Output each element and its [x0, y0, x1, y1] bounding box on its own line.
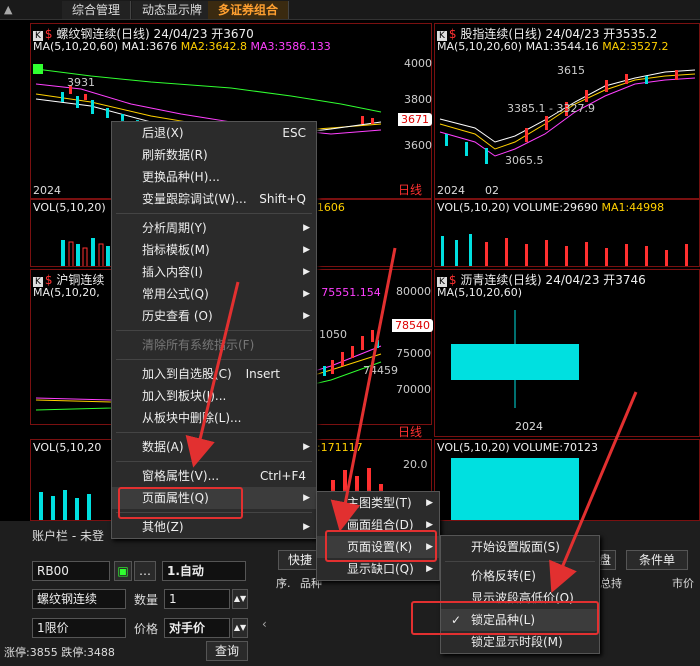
lock-icon[interactable]: ▣	[114, 561, 132, 581]
conditional-order-tab[interactable]: 条件单	[626, 550, 688, 570]
col-hold: 总持	[600, 577, 622, 590]
menu-item-period[interactable]: 分析周期(Y) ▶	[112, 217, 316, 239]
query-button[interactable]: 查询	[206, 641, 248, 661]
menu-item-add-watchlist[interactable]: 加入到自选股(C) Insert	[112, 363, 316, 385]
menu-item-refresh[interactable]: 刷新数据(R)	[112, 144, 316, 166]
submenu-arrow-icon: ▶	[426, 498, 433, 508]
menu-item-price-reverse[interactable]: 价格反转(E)	[441, 565, 599, 587]
menu-item-indicator-template[interactable]: 指标模板(M) ▶	[112, 239, 316, 261]
qty-label: 数量	[134, 593, 159, 607]
menu-item-start-layout[interactable]: 开始设置版面(S)	[441, 536, 599, 558]
submenu-arrow-icon: ▶	[303, 289, 310, 299]
price-stepper[interactable]: ▲▼	[232, 618, 248, 638]
menu-item-data[interactable]: 数据(A) ▶	[112, 436, 316, 458]
col-market: 市价	[672, 577, 694, 590]
qty-stepper[interactable]: ▲▼	[232, 589, 248, 609]
price-label: 价格	[134, 622, 159, 636]
highlight-lock-symbol	[411, 601, 599, 635]
qty-field[interactable]: 1	[164, 589, 230, 609]
menu-item-debug[interactable]: 变量跟踪调试(W)... Shift+Q	[112, 188, 316, 210]
highlight-page-props	[118, 487, 243, 519]
price-field[interactable]: 对手价	[164, 618, 230, 638]
submenu-arrow-icon: ▶	[303, 493, 310, 503]
account-title: 账户栏 - 未登	[32, 529, 104, 543]
order-type-select[interactable]: 1限价	[32, 618, 126, 638]
tab-multi-portfolio[interactable]: 多证券组合	[208, 1, 290, 19]
page-settings-submenu: 开始设置版面(S) 价格反转(E) 显示波段高低价(O) ✓ 锁定品种(L) 锁定…	[440, 535, 600, 654]
year-label: 2024	[437, 184, 465, 197]
highlight-page-settings	[325, 530, 437, 562]
name-field[interactable]: 螺纹钢连续	[32, 589, 126, 609]
current-price-tag: 78540	[392, 319, 433, 332]
auto-select[interactable]: 1.自动	[162, 561, 246, 581]
chart-area: K $ 螺纹钢连续(日线) 24/04/23 开3670 MA(5,10,20,6…	[0, 21, 700, 521]
x-axis-label: 日线	[398, 183, 423, 197]
low-label: 3931	[67, 76, 95, 89]
menu-item-other[interactable]: 其他(Z) ▶	[112, 516, 316, 538]
month-label: 02	[485, 184, 499, 197]
menu-item-chart-type[interactable]: 主图类型(T) ▶	[317, 492, 439, 514]
submenu-arrow-icon: ▶	[303, 245, 310, 255]
price-label: 1050	[319, 328, 347, 341]
tab-comprehensive[interactable]: 综合管理	[62, 1, 132, 19]
submenu-arrow-icon: ▶	[303, 522, 310, 532]
asphalt-candle	[451, 310, 579, 408]
collapse-icon[interactable]: ‹	[262, 617, 267, 631]
pane-asphalt-volume[interactable]: VOL(5,10,20) VOLUME:70123	[434, 439, 700, 521]
top-tab-bar: ▲ 综合管理 动态显示牌 多证券组合	[0, 0, 700, 20]
x-axis-label: 日线	[398, 425, 423, 439]
menu-item-history[interactable]: 历史查看 (O) ▶	[112, 305, 316, 327]
high-label: 3615	[557, 64, 585, 77]
current-price-tag: 3671	[398, 113, 432, 126]
year-label: 2024	[515, 420, 543, 433]
pane-index-volume[interactable]: VOL(5,10,20) VOLUME:29690 MA1:44998	[434, 199, 700, 267]
code-field[interactable]: RB00	[32, 561, 110, 581]
price-label: 74459	[363, 364, 398, 377]
pane-asphalt[interactable]: K $ 沥青连续(日线) 24/04/23 开3746 MA(5,10,20,60…	[434, 269, 700, 437]
home-icon[interactable]: ▲	[4, 3, 26, 17]
low-label: 3065.5	[505, 154, 544, 167]
mid-label: 3385.1 - 3327.9	[507, 102, 595, 115]
menu-item-clear-signals: 清除所有系统指示(F)	[142, 338, 255, 352]
tab-dynamic-board[interactable]: 动态显示牌	[132, 1, 214, 19]
index-volume-bars	[441, 234, 688, 266]
menu-item-insert[interactable]: 插入内容(I) ▶	[112, 261, 316, 283]
submenu-arrow-icon: ▶	[303, 267, 310, 277]
context-menu: 后退(X) ESC 刷新数据(R) 更换品种(H)... 变量跟踪调试(W)...…	[111, 121, 317, 539]
more-button[interactable]: …	[134, 561, 156, 581]
limit-prices: 涨停:3855 跌停:3488	[4, 646, 115, 659]
menu-item-formula[interactable]: 常用公式(Q) ▶	[112, 283, 316, 305]
submenu-arrow-icon: ▶	[303, 442, 310, 452]
col-seq: 序.	[276, 577, 291, 590]
pane-stock-index[interactable]: K $ 股指连续(日线) 24/04/23 开3535.2 MA(5,10,20,…	[434, 23, 700, 199]
asphalt-volume-bar	[451, 458, 579, 520]
menu-item-add-sector[interactable]: 加入到板块(J)...	[112, 385, 316, 407]
year-label: 2024	[33, 184, 61, 197]
menu-item-pane-props[interactable]: 窗格属性(V)... Ctrl+F4	[112, 465, 316, 487]
menu-item-back[interactable]: 后退(X) ESC	[112, 122, 316, 144]
submenu-arrow-icon: ▶	[303, 311, 310, 321]
submenu-arrow-icon: ▶	[303, 223, 310, 233]
menu-item-change-symbol[interactable]: 更换品种(H)...	[112, 166, 316, 188]
menu-item-remove-sector[interactable]: 从板块中删除(L)...	[112, 407, 316, 429]
